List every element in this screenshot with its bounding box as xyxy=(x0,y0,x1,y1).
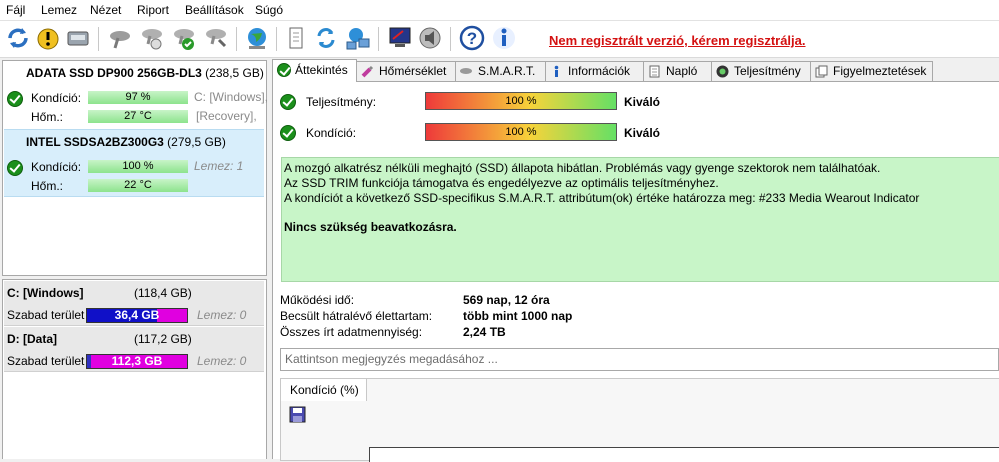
volume-item-c[interactable]: C: [Windows] (118,4 GB) Szabad terület 3… xyxy=(4,281,264,326)
condition-bar: 100 % xyxy=(88,160,188,173)
info-icon[interactable] xyxy=(490,24,518,52)
monitor-icon[interactable] xyxy=(386,24,414,52)
disk-wrench-icon[interactable] xyxy=(202,24,230,52)
log-document-icon xyxy=(649,65,660,78)
disk-name: INTEL SSDSA2BZ300G3 (279,5 GB) xyxy=(26,135,226,149)
globe-icon[interactable] xyxy=(243,24,271,52)
condition-rating: Kiváló xyxy=(624,126,661,140)
pages-icon xyxy=(815,65,828,78)
condition-label: Kondíció: xyxy=(31,160,82,174)
disk-icon[interactable] xyxy=(64,24,92,52)
tab-warnings[interactable]: Figyelmeztetések xyxy=(810,61,933,81)
disk-list: ADATA SSD DP900 256GB-DL3 (238,5 GB) Kon… xyxy=(2,60,268,276)
overview-panel: Teljesítmény: 100 % Kiváló Kondíció: 100… xyxy=(272,81,999,462)
temperature-bar: 27 °C xyxy=(88,110,188,123)
condition-chart-panel: Kondíció (%) xyxy=(280,378,999,462)
tab-temperature[interactable]: Hőmérséklet xyxy=(356,61,456,81)
save-icon[interactable] xyxy=(289,406,306,423)
warning-icon[interactable] xyxy=(34,24,62,52)
volume-name: C: [Windows] xyxy=(7,286,84,300)
help-icon[interactable]: ? xyxy=(458,24,486,52)
temperature-label: Hőm.: xyxy=(31,110,64,124)
chart-area xyxy=(369,447,999,462)
menu-view[interactable]: Nézet xyxy=(90,3,121,17)
free-space-label: Szabad terület xyxy=(7,308,85,322)
sync-icon[interactable] xyxy=(312,24,340,52)
tab-bar: Áttekintés Hőmérséklet S.M.A.R.T. Inform… xyxy=(272,59,999,82)
disk-number: Lemez: 0 xyxy=(197,354,247,368)
network-icon[interactable] xyxy=(344,24,372,52)
condition-label: Kondíció: xyxy=(306,126,357,140)
register-link[interactable]: Nem regisztrált verzió, kérem regisztrál… xyxy=(549,33,806,48)
condition-bar: 97 % xyxy=(88,91,188,104)
disk-name: ADATA SSD DP900 256GB-DL3 (238,5 GB) xyxy=(26,66,264,80)
temperature-label: Hőm.: xyxy=(31,179,64,193)
tab-information[interactable]: Információk xyxy=(545,61,644,81)
written-value: 2,24 TB xyxy=(463,325,506,339)
recommendation: Nincs szükség beavatkozásra. xyxy=(284,220,457,234)
ok-check-icon xyxy=(277,63,291,77)
ok-check-icon xyxy=(7,160,23,176)
condition-meter: 100 % xyxy=(425,123,617,141)
refresh-icon[interactable] xyxy=(4,24,32,52)
menu-disk[interactable]: Lemez xyxy=(41,3,77,17)
thermometer-icon xyxy=(361,65,374,78)
partition-list-2: [Recovery], xyxy=(196,109,257,123)
tab-performance[interactable]: Teljesítmény xyxy=(711,61,811,81)
menu-help[interactable]: Súgó xyxy=(255,3,283,17)
partition-list: C: [Windows], xyxy=(194,90,269,104)
free-space-label: Szabad terület xyxy=(7,354,85,368)
written-label: Összes írt adatmennyiség: xyxy=(280,325,423,339)
performance-rating: Kiváló xyxy=(624,95,661,109)
menu-file[interactable]: Fájl xyxy=(6,3,25,17)
lifetime-value: több mint 1000 nap xyxy=(463,309,573,323)
toolbar: ? Nem regisztrált verzió, kérem regisztr… xyxy=(0,21,999,58)
disk-item-intel[interactable]: INTEL SSDSA2BZ300G3 (279,5 GB) Kondíció:… xyxy=(4,129,264,197)
performance-label: Teljesítmény: xyxy=(306,95,377,109)
disk-check-icon[interactable] xyxy=(138,24,166,52)
disk-tools-icon[interactable] xyxy=(106,24,134,52)
status-description: A mozgó alkatrész nélküli meghajtó (SSD)… xyxy=(281,157,999,282)
disk-ok-icon[interactable] xyxy=(170,24,198,52)
menu-bar: Fájl Lemez Nézet Riport Beállítások Súgó xyxy=(0,0,999,21)
tab-overview[interactable]: Áttekintés xyxy=(272,59,357,82)
lifetime-label: Becsült hátralévő élettartam: xyxy=(280,309,433,323)
uptime-value: 569 nap, 12 óra xyxy=(463,293,550,307)
uptime-label: Működési idő: xyxy=(280,293,355,307)
volume-name: D: [Data] xyxy=(7,332,57,346)
tab-condition-chart[interactable]: Kondíció (%) xyxy=(281,379,367,401)
condition-label: Kondíció: xyxy=(31,91,82,105)
ok-check-icon xyxy=(7,91,23,107)
volume-size: (118,4 GB) xyxy=(134,286,192,300)
free-space-bar: 112,3 GB xyxy=(86,354,188,369)
smart-disk-icon xyxy=(460,68,472,74)
description-line: A kondíciót a következő SSD-specifikus S… xyxy=(284,191,920,205)
description-line: Az SSD TRIM funkciója támogatva és enged… xyxy=(284,176,719,190)
menu-settings[interactable]: Beállítások xyxy=(185,3,244,17)
description-line: A mozgó alkatrész nélküli meghajtó (SSD)… xyxy=(284,161,881,175)
volume-size: (117,2 GB) xyxy=(134,332,192,346)
temperature-bar: 22 °C xyxy=(88,179,188,192)
volume-item-d[interactable]: D: [Data] (117,2 GB) Szabad terület 112,… xyxy=(4,327,264,372)
performance-meter: 100 % xyxy=(425,92,617,110)
gauge-icon xyxy=(716,65,729,78)
document-icon[interactable] xyxy=(282,24,310,52)
disk-number: Lemez: 1 xyxy=(194,159,244,173)
ok-check-icon xyxy=(280,125,296,141)
tab-log[interactable]: Napló xyxy=(643,61,712,81)
info-icon xyxy=(554,65,559,77)
volume-list: C: [Windows] (118,4 GB) Szabad terület 3… xyxy=(2,279,267,459)
ok-check-icon xyxy=(280,94,296,110)
svg-text:?: ? xyxy=(467,29,477,48)
menu-report[interactable]: Riport xyxy=(137,3,169,17)
disk-item-adata[interactable]: ADATA SSD DP900 256GB-DL3 (238,5 GB) Kon… xyxy=(4,61,268,127)
disk-number: Lemez: 0 xyxy=(197,308,247,322)
free-space-bar: 36,4 GB xyxy=(86,308,188,323)
tab-smart[interactable]: S.M.A.R.T. xyxy=(455,61,546,81)
comment-input[interactable]: Kattintson megjegyzés megadásához ... xyxy=(280,348,999,371)
speaker-icon[interactable] xyxy=(416,24,444,52)
